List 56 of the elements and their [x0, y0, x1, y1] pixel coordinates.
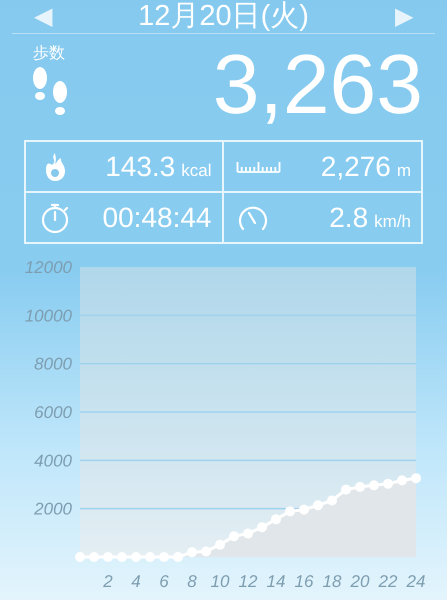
data-point: [355, 482, 365, 492]
data-point: [215, 540, 225, 550]
data-point: [243, 528, 253, 539]
x-axis-label: 12: [238, 572, 258, 591]
previous-day-button[interactable]: ◀: [34, 4, 52, 28]
data-point: [257, 522, 267, 532]
x-axis-label: 10: [210, 572, 230, 591]
data-point: [229, 531, 239, 542]
data-point: [173, 552, 183, 562]
x-axis-label: 18: [322, 572, 342, 591]
stat-unit: km/h: [374, 212, 411, 230]
x-axis-label: 4: [131, 572, 141, 591]
data-point: [397, 475, 407, 486]
stat-unit: kcal: [181, 162, 212, 178]
data-point: [75, 552, 85, 562]
data-point: [117, 552, 127, 562]
data-point: [187, 547, 197, 558]
data-point: [103, 552, 113, 562]
y-axis-label: 4000: [34, 451, 72, 470]
date-title: 12月20日(火): [138, 2, 309, 31]
x-axis-label: 22: [378, 572, 398, 591]
y-axis-label: 12000: [24, 258, 72, 277]
stat-unit: m: [396, 162, 411, 178]
data-point: [131, 552, 141, 562]
stat-value: 00:48:44: [102, 204, 212, 232]
y-axis-label: 6000: [34, 403, 72, 422]
step-count: 3,263: [212, 42, 423, 126]
x-axis-label: 20: [350, 572, 370, 591]
data-point: [383, 478, 393, 489]
data-point: [271, 514, 281, 524]
stat-value: 143.3: [105, 152, 176, 180]
ruler-icon: [236, 160, 280, 172]
x-axis-label: 14: [266, 572, 286, 591]
steps-label: 歩数: [33, 46, 65, 62]
stat-value: 2.8: [329, 204, 368, 232]
stat-value: 2,276: [320, 152, 391, 180]
data-point: [341, 484, 351, 495]
data-point: [313, 500, 323, 510]
x-axis-label: 8: [187, 572, 197, 591]
x-axis-label: 2: [103, 572, 113, 591]
y-axis-label: 8000: [34, 354, 72, 374]
data-point: [145, 552, 155, 562]
x-axis-label: 16: [294, 572, 314, 591]
data-point: [201, 546, 211, 556]
next-day-button[interactable]: ▶: [394, 4, 413, 28]
data-point: [369, 480, 379, 490]
y-axis-label: 10000: [24, 306, 72, 326]
data-point: [299, 504, 309, 515]
data-point: [89, 552, 99, 562]
x-axis-label: 24: [406, 572, 426, 591]
y-axis-label: 2000: [34, 500, 72, 519]
data-point: [285, 506, 295, 516]
data-point: [159, 552, 169, 562]
data-point: [327, 495, 337, 506]
data-point: [411, 473, 421, 484]
x-axis-label: 6: [159, 572, 169, 591]
